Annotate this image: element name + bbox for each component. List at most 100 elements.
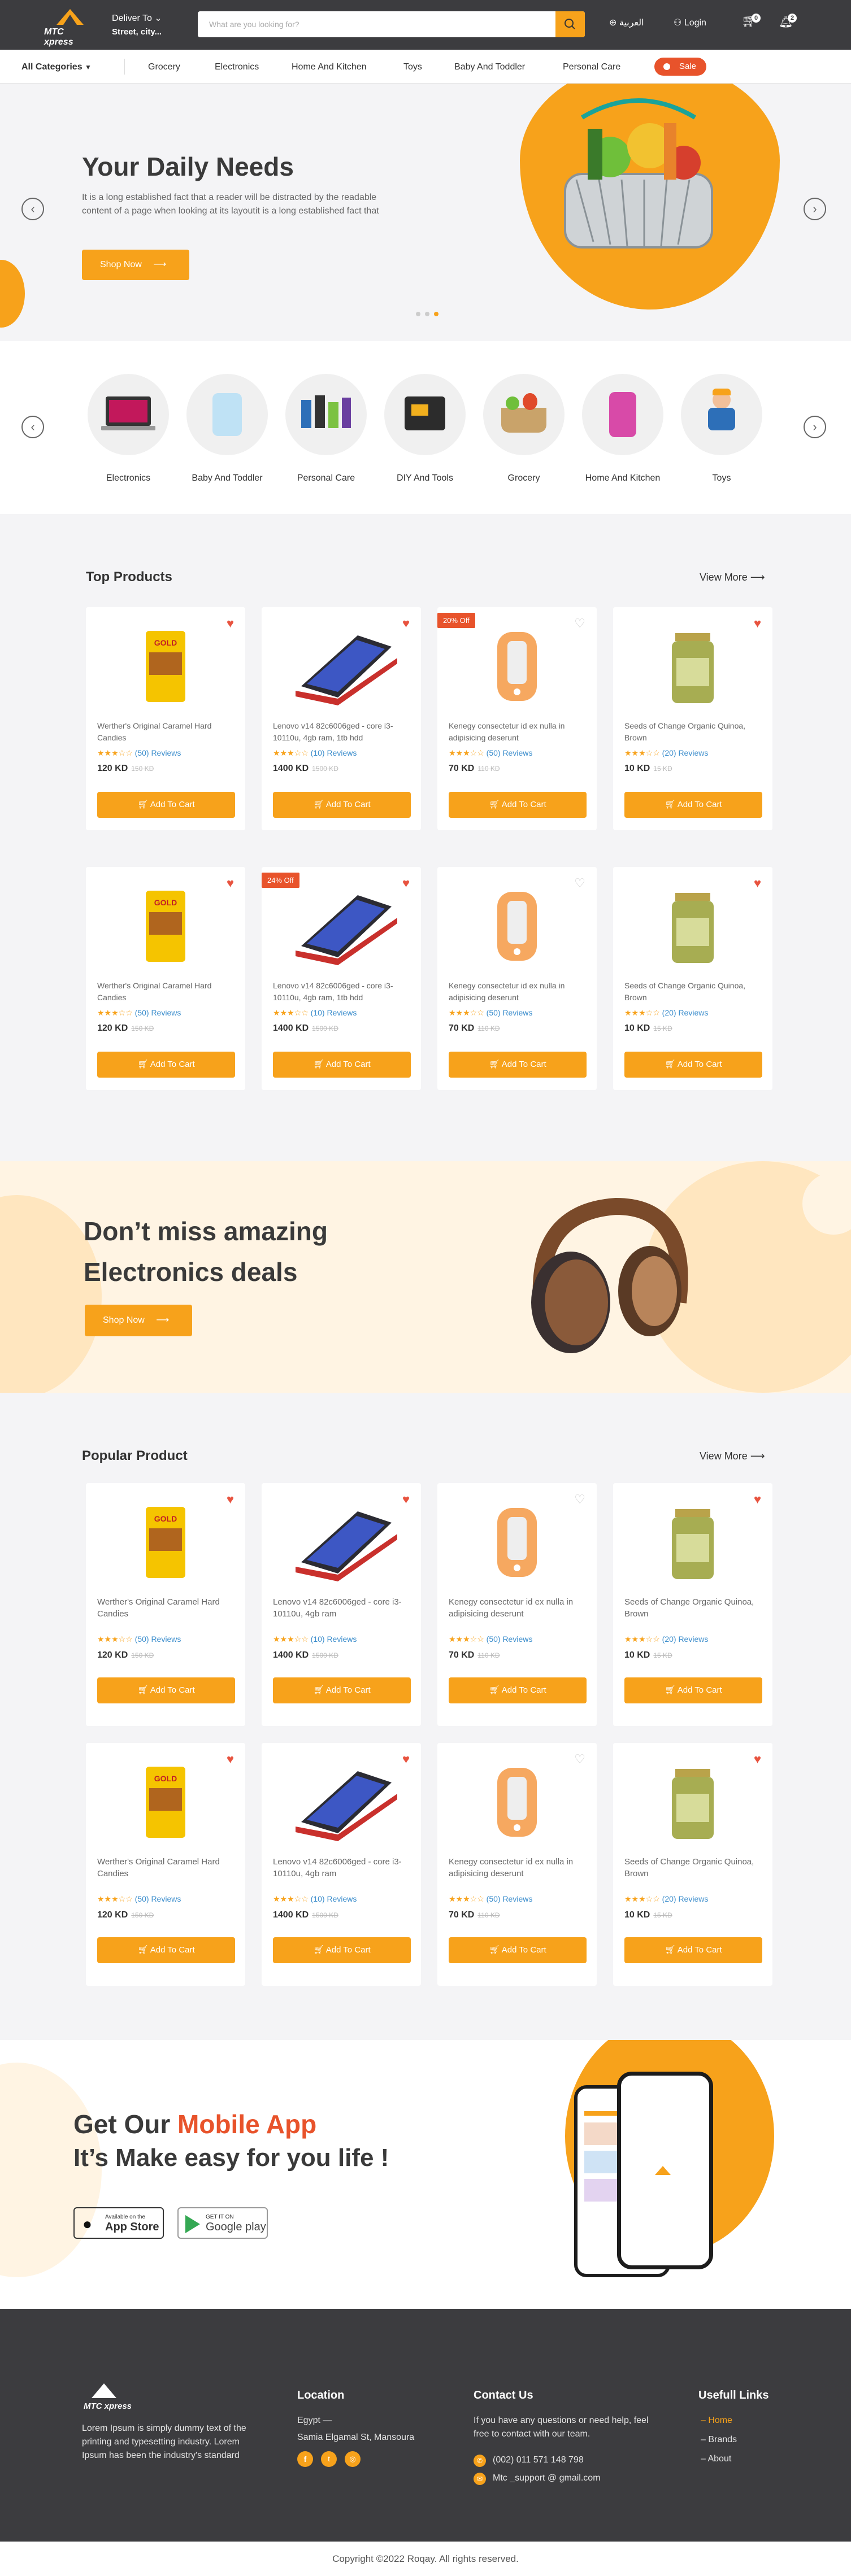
heart-icon[interactable]: ♥ [402, 876, 410, 891]
product-name[interactable]: Lenovo v14 82c6006ged - core i3-10110u, … [273, 980, 411, 1004]
contact-phone[interactable]: (002) 011 571 148 798 [493, 2453, 584, 2467]
view-more-link[interactable]: View More ⟶ [700, 572, 765, 583]
add-to-cart-button[interactable]: 🛒︎ Add To Cart [624, 1937, 762, 1963]
language-switch[interactable]: ⊕ العربية [609, 17, 644, 28]
product-card[interactable]: ♡ Kenegy consectetur id ex nulla in adip… [437, 867, 597, 1090]
review-count[interactable]: (50) Reviews [487, 1008, 533, 1017]
category-item[interactable]: Baby And Toddler [185, 374, 270, 483]
instagram-icon[interactable]: ◎ [345, 2451, 361, 2467]
heart-icon[interactable]: ♡ [574, 876, 585, 891]
product-image[interactable] [460, 624, 574, 709]
heart-icon[interactable]: ♡ [574, 1492, 585, 1507]
facebook-icon[interactable]: f [297, 2451, 313, 2467]
heart-icon[interactable]: ♥ [227, 1492, 234, 1507]
heart-icon[interactable]: ♥ [402, 1752, 410, 1767]
review-count[interactable]: (50) Reviews [487, 1634, 533, 1644]
nav-item-grocery[interactable]: Grocery [148, 62, 180, 72]
nav-item-personal-care[interactable]: Personal Care [563, 62, 620, 72]
product-name[interactable]: Lenovo v14 82c6006ged - core i3-10110u, … [273, 720, 411, 744]
heart-icon[interactable]: ♥ [754, 1752, 761, 1767]
product-card[interactable]: 24% Off ♥ Lenovo v14 82c6006ged - core i… [262, 867, 421, 1090]
category-item[interactable]: Personal Care [284, 374, 368, 483]
slider-dot[interactable] [416, 312, 420, 316]
add-to-cart-button[interactable]: 🛒︎ Add To Cart [624, 1677, 762, 1703]
review-count[interactable]: (50) Reviews [135, 1634, 181, 1644]
add-to-cart-button[interactable]: 🛒︎ Add To Cart [97, 1937, 235, 1963]
review-count[interactable]: (50) Reviews [487, 748, 533, 757]
review-count[interactable]: (10) Reviews [311, 748, 357, 757]
product-card[interactable]: ♥ Seeds of Change Organic Quinoa, Brown … [613, 607, 772, 830]
product-card[interactable]: ♡ Kenegy consectetur id ex nulla in adip… [437, 1743, 597, 1986]
heart-icon[interactable]: ♥ [402, 616, 410, 631]
review-count[interactable]: (10) Reviews [311, 1634, 357, 1644]
slider-dot[interactable] [425, 312, 429, 316]
add-to-cart-button[interactable]: 🛒︎ Add To Cart [273, 1677, 411, 1703]
heart-icon[interactable]: ♡ [574, 616, 585, 631]
product-image[interactable]: GOLD [108, 624, 223, 709]
product-image[interactable] [636, 1500, 750, 1585]
product-card[interactable]: ♥ Seeds of Change Organic Quinoa, Brown … [613, 1743, 772, 1986]
product-card[interactable]: ♥ Seeds of Change Organic Quinoa, Brown … [613, 867, 772, 1090]
view-more-link[interactable]: View More ⟶ [700, 1450, 765, 1462]
product-name[interactable]: Werther's Original Caramel Hard Candies [97, 980, 236, 1004]
product-image[interactable] [460, 1500, 574, 1585]
search-button[interactable] [555, 11, 585, 37]
category-item[interactable]: Electronics [86, 374, 171, 483]
app-store-button[interactable]: ● Available on the App Store [73, 2207, 164, 2239]
footer-link-brands[interactable]: – Brands [701, 2433, 737, 2447]
review-count[interactable]: (10) Reviews [311, 1894, 357, 1903]
deliver-to[interactable]: Deliver To ⌄ Street, city... [112, 12, 162, 37]
product-name[interactable]: Lenovo v14 82c6006ged - core i3-10110u, … [273, 1596, 411, 1620]
product-image[interactable]: GOLD [108, 884, 223, 969]
product-card[interactable]: ♡ Kenegy consectetur id ex nulla in adip… [437, 1483, 597, 1726]
product-name[interactable]: Kenegy consectetur id ex nulla in adipis… [449, 980, 587, 1004]
add-to-cart-button[interactable]: 🛒︎ Add To Cart [97, 792, 235, 818]
product-name[interactable]: Werther's Original Caramel Hard Candies [97, 720, 236, 744]
review-count[interactable]: (20) Reviews [662, 1008, 709, 1017]
add-to-cart-button[interactable]: 🛒︎ Add To Cart [449, 1937, 587, 1963]
search-input[interactable]: What are you looking for? [209, 20, 299, 29]
product-name[interactable]: Kenegy consectetur id ex nulla in adipis… [449, 1596, 587, 1620]
heart-icon[interactable]: ♥ [754, 1492, 761, 1507]
product-name[interactable]: Seeds of Change Organic Quinoa, Brown [624, 1856, 763, 1880]
footer-link-home[interactable]: – Home [701, 2414, 732, 2427]
add-to-cart-button[interactable]: 🛒︎ Add To Cart [449, 1677, 587, 1703]
add-to-cart-button[interactable]: 🛒︎ Add To Cart [97, 1677, 235, 1703]
heart-icon[interactable]: ♥ [754, 876, 761, 891]
add-to-cart-button[interactable]: 🛒︎ Add To Cart [273, 1937, 411, 1963]
logo[interactable]: MTC xpress [44, 9, 95, 47]
product-name[interactable]: Seeds of Change Organic Quinoa, Brown [624, 720, 763, 744]
product-image[interactable] [460, 884, 574, 969]
sale-button[interactable]: Sale [654, 58, 706, 76]
product-name[interactable]: Seeds of Change Organic Quinoa, Brown [624, 1596, 763, 1620]
product-image[interactable] [636, 1760, 750, 1845]
heart-icon[interactable]: ♥ [227, 1752, 234, 1767]
product-card[interactable]: ♥ Lenovo v14 82c6006ged - core i3-10110u… [262, 1483, 421, 1726]
product-image[interactable]: GOLD [108, 1500, 223, 1585]
product-image[interactable] [636, 624, 750, 709]
hero-next-arrow[interactable]: › [804, 198, 826, 220]
review-count[interactable]: (20) Reviews [662, 1894, 709, 1903]
contact-email[interactable]: Mtc _support @ gmail.com [493, 2472, 601, 2485]
product-image[interactable] [284, 884, 398, 969]
slider-dot-active[interactable] [434, 312, 438, 316]
add-to-cart-button[interactable]: 🛒︎ Add To Cart [624, 1052, 762, 1078]
footer-logo[interactable] [92, 2383, 116, 2398]
hero-prev-arrow[interactable]: ‹ [21, 198, 44, 220]
nav-item-baby-toddler[interactable]: Baby And Toddler [454, 62, 525, 72]
add-to-cart-button[interactable]: 🛒︎ Add To Cart [449, 792, 587, 818]
category-prev-arrow[interactable]: ‹ [21, 416, 44, 438]
product-card[interactable]: ♥ Lenovo v14 82c6006ged - core i3-10110u… [262, 607, 421, 830]
add-to-cart-button[interactable]: 🛒︎ Add To Cart [273, 1052, 411, 1078]
nav-item-electronics[interactable]: Electronics [215, 62, 259, 72]
product-name[interactable]: Werther's Original Caramel Hard Candies [97, 1856, 236, 1880]
review-count[interactable]: (20) Reviews [662, 748, 709, 757]
heart-icon[interactable]: ♥ [754, 616, 761, 631]
product-card[interactable]: ♥ Seeds of Change Organic Quinoa, Brown … [613, 1483, 772, 1726]
product-image[interactable] [284, 1760, 398, 1845]
login-button[interactable]: ⚇ Login [674, 17, 706, 28]
product-card[interactable]: ♥ GOLD Werther's Original Caramel Hard C… [86, 867, 245, 1090]
add-to-cart-button[interactable]: 🛒︎ Add To Cart [624, 792, 762, 818]
nav-item-toys[interactable]: Toys [403, 62, 422, 72]
twitter-icon[interactable]: t [321, 2451, 337, 2467]
